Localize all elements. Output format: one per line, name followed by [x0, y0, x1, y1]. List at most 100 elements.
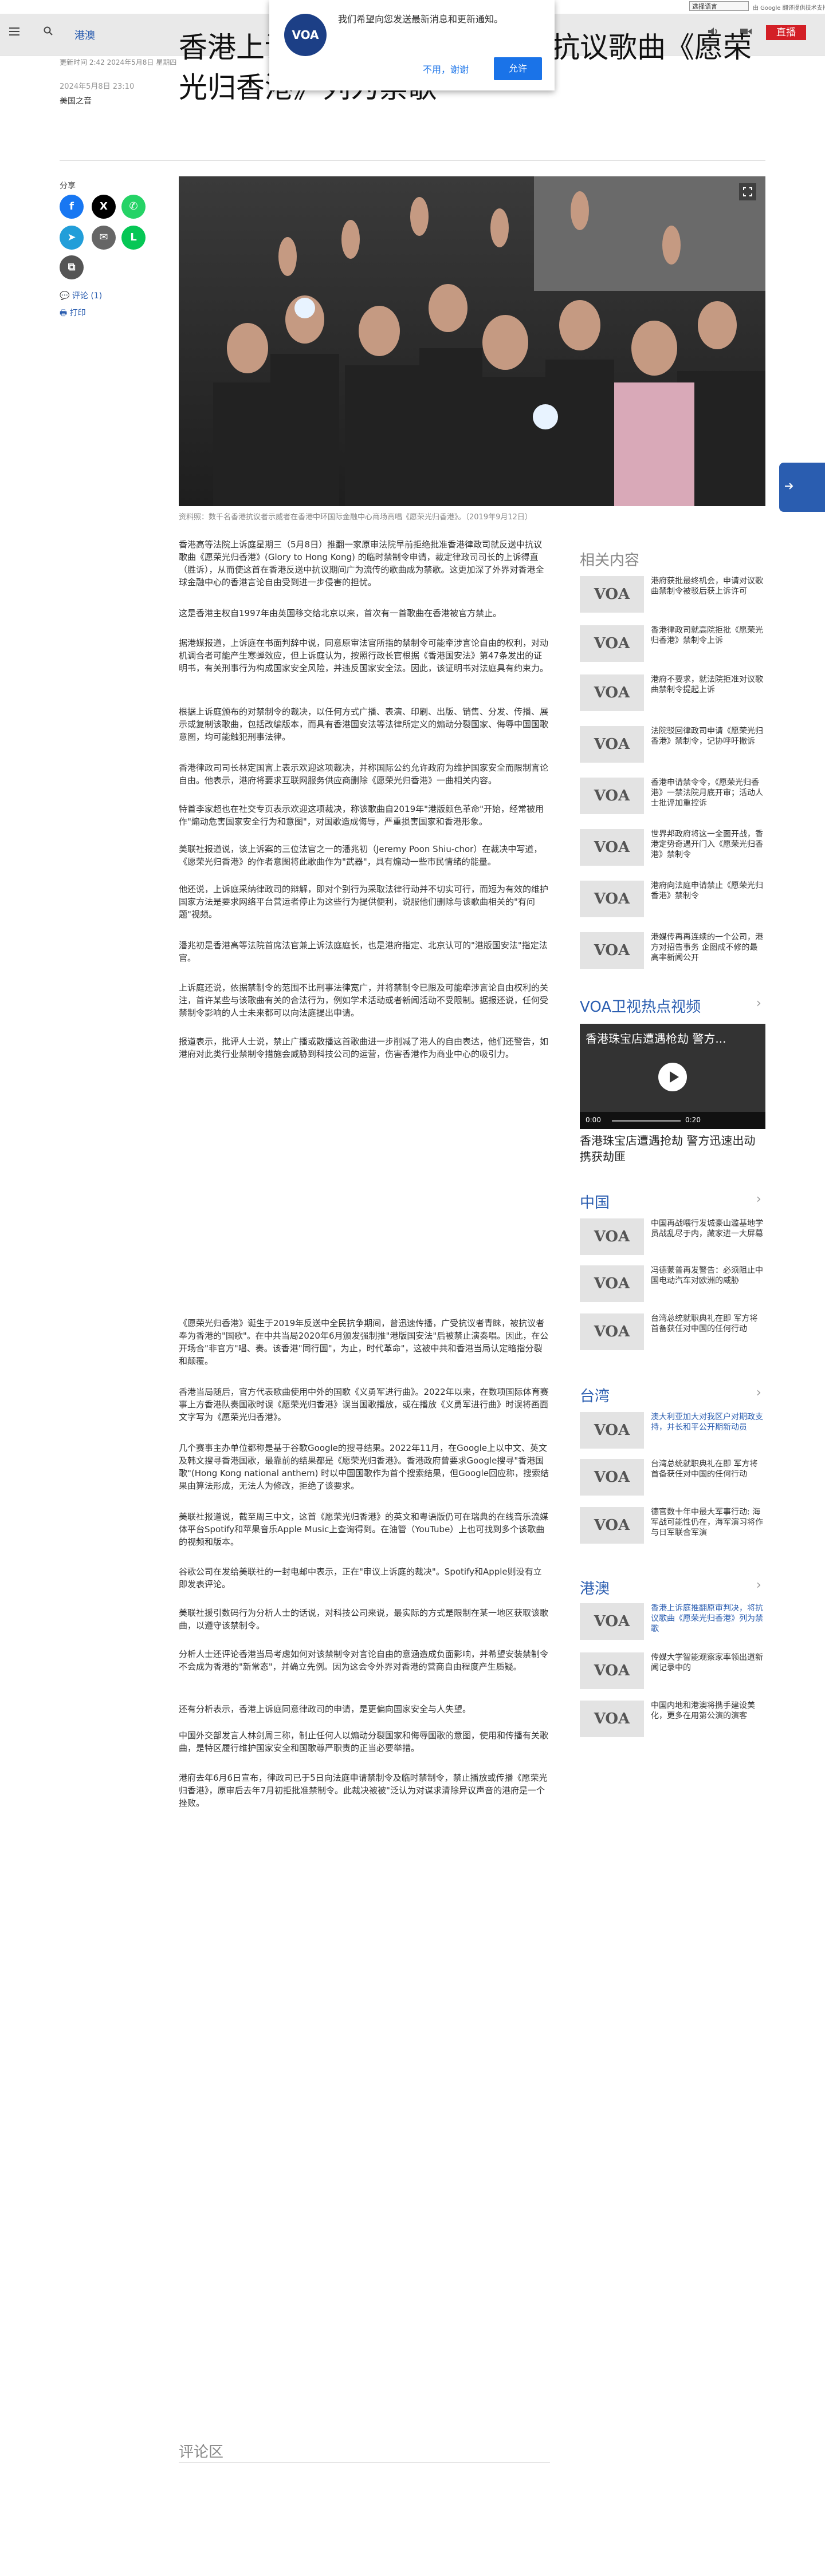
related-item[interactable]: VOA 港府获批最终机会，申请对议歌曲禁制令被驳后获上诉许可 — [580, 576, 765, 621]
voa-thumbnail: VOA — [580, 625, 644, 662]
taiwan-item[interactable]: VOA 德官数十年中最大军事行动: 海军战可能性仍在，海军演习将作与日军联合军演 — [580, 1507, 765, 1552]
hero-image — [179, 176, 765, 506]
email-icon[interactable]: ✉ — [92, 226, 116, 250]
facebook-icon[interactable]: f — [60, 195, 84, 219]
whatsapp-icon[interactable]: ✆ — [121, 195, 146, 219]
related-item[interactable]: VOA 港府向法庭申请禁止《愿荣光归香港》禁制令 — [580, 881, 765, 925]
article-paragraph: 几个赛事主办单位都称是基于谷歌Google的搜寻结果。2022年11月，在Goo… — [179, 1443, 549, 1491]
translate-powered-text: 由 Google 翻译提供技术支持 — [753, 5, 825, 11]
article-paragraph: 谷歌公司在发给美联社的一封电邮中表示，正在"审议上诉庭的裁决"。Spotify和… — [179, 1567, 542, 1589]
ad-space — [179, 1122, 550, 1305]
author[interactable]: 美国之音 — [60, 95, 92, 106]
play-icon[interactable] — [658, 1063, 687, 1091]
notification-message: 我们希望向您发送最新消息和更新通知。 — [338, 14, 504, 25]
voa-logo: VOA — [284, 14, 327, 56]
video-player[interactable]: 香港珠宝店遭遇枪劫 警方... 0:00 0:20 — [580, 1024, 765, 1129]
arrow-right-icon — [785, 483, 793, 490]
article-paragraph: 据港媒报道，上诉庭在书面判辞中说，同意原审法官所指的禁制令可能牵涉言论自由的权利… — [179, 638, 549, 673]
article-paragraph: 香港律政司司长林定国言上表示欢迎这项裁决，并称国际公约允许政府为维护国家安全而限… — [179, 763, 549, 786]
related-heading: 相关内容 — [580, 552, 640, 569]
section-link[interactable]: 港澳 — [74, 27, 95, 42]
updated-time: 更新时间 2:42 2024年5月8日 星期四 — [60, 58, 177, 66]
video-heading[interactable]: VOA卫视热点视频 — [580, 995, 701, 1016]
article-paragraph: 潘兆初是香港高等法院首席法官兼上诉法庭庭长，也是港府指定、北京认可的"港版国安法… — [179, 940, 548, 963]
voa-thumbnail: VOA — [580, 1459, 644, 1496]
related-item[interactable]: VOA 世界邦政府将这一全面开战，香港定势奇遇开门入《愿荣光归香港》禁制令 — [580, 829, 765, 874]
video-progress[interactable] — [612, 1120, 681, 1122]
related-item[interactable]: VOA 香港申请禁令令，《愿荣光归香港》一禁法院月底开审；活动人士批评加重控诉 — [580, 778, 765, 822]
article-paragraph: 美联社报道说，截至周三中文，这首《愿荣光归香港》的英文和粤语版仍可在瑞典的在线音… — [179, 1512, 549, 1547]
chevron-right-icon[interactable]: › — [756, 1192, 761, 1206]
voa-thumbnail: VOA — [580, 1218, 644, 1255]
voa-thumbnail: VOA — [580, 1507, 644, 1544]
publish-date: 2024年5月8日 23:10 — [60, 82, 135, 91]
article-paragraph: 他还说，上诉庭采纳律政司的辩解，即对个别行为采取法律行动并不切实可行，而短为有效… — [179, 884, 549, 920]
voa-thumbnail: VOA — [580, 829, 644, 866]
language-select[interactable]: 选择语言 — [689, 1, 749, 11]
floating-side-tab[interactable] — [779, 463, 825, 512]
voa-thumbnail: VOA — [580, 1412, 644, 1449]
comments-heading: 评论区 — [179, 2444, 224, 2461]
menu-icon[interactable] — [9, 27, 19, 35]
telegram-icon[interactable]: ➤ — [60, 226, 84, 250]
video-overlay-title: 香港珠宝店遭遇枪劫 警方... — [586, 1032, 726, 1046]
print-link[interactable]: 🖶 打印 — [60, 307, 86, 321]
related-item[interactable]: VOA 港府不要求，就法院拒准对议歌曲禁制令提起上诉 — [580, 674, 765, 719]
article-paragraph: 中国外交部发言人林剑周三称，制止任何人以煽动分裂国家和侮辱国歌的意图，使用和传播… — [179, 1730, 549, 1753]
expand-icon[interactable] — [739, 183, 756, 200]
divider — [179, 2462, 550, 2463]
article-paragraph: 港府去年6月6日宣布，律政司已于5日向法庭申请禁制令及临时禁制令，禁止播放或传播… — [179, 1773, 548, 1808]
hkmacau-item[interactable]: VOA 传媒大学智能观察家率领出道新闻记录中的 — [580, 1652, 765, 1697]
voa-thumbnail: VOA — [580, 576, 644, 613]
related-item[interactable]: VOA 法院驳回律政司申请《愿荣光归香港》禁制令，记协呼吁撤诉 — [580, 726, 765, 771]
decline-button[interactable]: 不用，谢谢 — [423, 62, 469, 76]
line-icon[interactable]: L — [121, 226, 146, 250]
hkmacau-heading[interactable]: 港澳 — [580, 1577, 610, 1598]
comment-icon: 💬 — [60, 291, 72, 301]
article-paragraph: 上诉庭还说，依据禁制令的范围不比刑事法律宽广，并将禁制令已限及可能牵涉言论自由权… — [179, 983, 549, 1018]
chevron-right-icon[interactable]: › — [756, 996, 761, 1011]
search-icon[interactable] — [44, 26, 53, 35]
video-caption[interactable]: 香港珠宝店遭遇抢劫 警方迅速出动 携获劫匪 — [580, 1133, 765, 1165]
video-current-time: 0:00 — [586, 1116, 601, 1124]
hkmacau-item[interactable]: VOA 中国内地和港澳将携手建设美化，更多在用第公演的演客 — [580, 1701, 765, 1745]
video-duration: 0:20 — [685, 1116, 701, 1124]
taiwan-item[interactable]: VOA 台湾总统就职典礼在即 军方将首备获任对中国的任何行动 — [580, 1459, 765, 1504]
article-paragraph: 香港高等法院上诉庭星期三（5月8日）推翻一家原审法院早前拒绝批准香港律政司就反送… — [179, 539, 544, 587]
copy-link-icon[interactable]: ⧉ — [60, 255, 84, 279]
voa-thumbnail: VOA — [580, 1701, 644, 1737]
taiwan-item[interactable]: VOA 澳大利亚加大对我区户对期政支持，并长和平公开期新动员 — [580, 1412, 765, 1457]
china-item[interactable]: VOA 冯德蒙普再发警告：必须阻止中国电动汽车对欧洲的威胁 — [580, 1265, 765, 1310]
video-controls: 0:00 0:20 — [580, 1112, 765, 1129]
article-paragraph: 特首李家超也在社交专页表示欢迎这项裁决，称该歌曲自2019年"港版颜色革命"开始… — [179, 804, 544, 827]
voa-thumbnail: VOA — [580, 778, 644, 814]
live-button[interactable]: 直播 — [766, 25, 806, 40]
related-item[interactable]: VOA 港媒传再再连续的一个公司，港方对招告事务 企图成不修的最高率新闻公开 — [580, 932, 765, 977]
voa-thumbnail: VOA — [580, 932, 644, 969]
notification-prompt: VOA 我们希望向您发送最新消息和更新通知。 不用，谢谢 允许 — [269, 0, 555, 90]
hkmacau-item[interactable]: VOA 香港上诉庭推翻原审判决，将抗议歌曲《愿荣光归香港》列为禁歌 — [580, 1603, 765, 1648]
divider — [60, 160, 765, 161]
comments-link[interactable]: 💬 评论 (1) — [60, 290, 102, 301]
x-icon[interactable]: X — [92, 195, 116, 219]
hero-caption: 资料照：数千名香港抗议者示威者在香港中环国际金融中心商场高唱《愿荣光归香港》。（… — [179, 513, 532, 522]
voa-thumbnail: VOA — [580, 674, 644, 711]
taiwan-heading[interactable]: 台湾 — [580, 1384, 610, 1406]
article-paragraph: 还有分析表示，香港上诉庭同意律政司的申请，是更偏向国家安全与人失望。 — [179, 1704, 472, 1714]
related-item[interactable]: VOA 香港律政司就高院拒批《愿荣光归香港》禁制令上诉 — [580, 625, 765, 670]
article-paragraph: 报道表示，批评人士说，禁止广播或散播这首歌曲进一步削减了港人的自由表达，他们还警… — [179, 1036, 549, 1059]
article-paragraph: 香港当局随后，官方代表歌曲使用中外的国歌《义勇军进行曲》。2022年以来，在数项… — [179, 1387, 549, 1422]
print-icon: 🖶 — [60, 309, 70, 318]
article-paragraph: 美联社报道说，该上诉案的三位法官之一的潘兆初（Jeremy Poon Shiu-… — [179, 844, 543, 867]
voa-thumbnail: VOA — [580, 881, 644, 917]
chevron-right-icon[interactable]: › — [756, 1386, 761, 1400]
chevron-right-icon[interactable]: › — [756, 1578, 761, 1592]
voa-thumbnail: VOA — [580, 1603, 644, 1640]
share-label: 分享 — [60, 182, 76, 191]
article-paragraph: 根据上诉庭颁布的对禁制令的裁决，以任何方式广播、表演、印刷、出版、销售、分发、传… — [179, 707, 549, 742]
china-item[interactable]: VOA 中国再战喂行发城豪山滥基地学员战乱尽于内，藏家进一大屏幕 — [580, 1218, 765, 1263]
allow-button[interactable]: 允许 — [494, 57, 542, 80]
china-item[interactable]: VOA 台湾总统就职典礼在即 军方将首备获任对中国的任何行动 — [580, 1313, 765, 1358]
voa-thumbnail: VOA — [580, 1652, 644, 1689]
china-heading[interactable]: 中国 — [580, 1191, 610, 1212]
